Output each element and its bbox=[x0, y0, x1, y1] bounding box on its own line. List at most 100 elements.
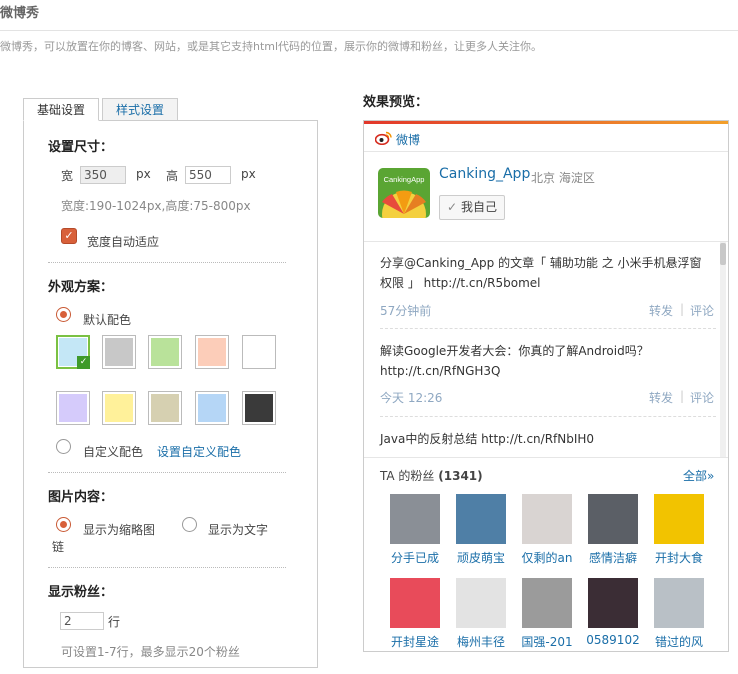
weibo-brand[interactable]: 微博 bbox=[396, 131, 420, 148]
fan-item[interactable]: 分手已成 bbox=[388, 494, 442, 566]
fan-avatar[interactable] bbox=[654, 494, 704, 544]
post-divider bbox=[380, 328, 716, 329]
fan-item[interactable]: 梅州丰径 bbox=[454, 578, 508, 650]
swatch-fill bbox=[105, 338, 133, 366]
post-text: 分享@Canking_App 的文章「 辅助功能 之 小米手机悬浮窗权限 」 h… bbox=[380, 256, 702, 290]
user-avatar[interactable]: CankingApp bbox=[378, 168, 430, 218]
fan-name[interactable]: 梅州丰径 bbox=[454, 633, 508, 650]
size-hint: 宽度:190-1024px,高度:75-800px bbox=[61, 199, 251, 213]
post-time[interactable]: 57分钟前 bbox=[380, 302, 431, 319]
fan-item[interactable]: 错过的风 bbox=[652, 578, 706, 650]
fan-name[interactable]: 0589102 bbox=[586, 633, 640, 647]
text-link-label: 显示为文字 bbox=[208, 523, 269, 537]
widget-top-bar bbox=[364, 121, 728, 124]
color-swatch[interactable] bbox=[148, 335, 182, 369]
swatch-fill bbox=[198, 338, 226, 366]
fan-name[interactable]: 感情洁癖 bbox=[586, 549, 640, 566]
color-swatch[interactable]: ✓ bbox=[56, 335, 90, 369]
color-swatch[interactable] bbox=[195, 335, 229, 369]
fans-rows-input[interactable] bbox=[60, 612, 104, 630]
swatch-fill bbox=[245, 338, 273, 366]
me-button[interactable]: ✓ 我自己 bbox=[439, 195, 505, 220]
color-swatch[interactable] bbox=[242, 335, 276, 369]
fan-avatar[interactable] bbox=[456, 578, 506, 628]
tab-style-settings[interactable]: 样式设置 bbox=[102, 98, 178, 121]
color-swatch[interactable] bbox=[195, 391, 229, 425]
size-section-title: 设置尺寸： bbox=[48, 140, 114, 155]
feed-scrollbar[interactable] bbox=[720, 242, 726, 457]
appearance-section-title: 外观方案： bbox=[48, 280, 114, 295]
fan-name[interactable]: 开封星途 bbox=[388, 633, 442, 650]
auto-width-checkbox[interactable]: ✓ bbox=[61, 228, 77, 244]
color-swatch[interactable] bbox=[56, 391, 90, 425]
user-location: 北京 海淀区 bbox=[531, 171, 595, 185]
swatch-fill bbox=[151, 338, 179, 366]
width-label: 宽 bbox=[61, 169, 74, 183]
fan-avatar[interactable] bbox=[456, 494, 506, 544]
comment-link[interactable]: 评论 bbox=[690, 389, 714, 406]
fan-avatar[interactable] bbox=[390, 494, 440, 544]
feed-scrollbar-thumb[interactable] bbox=[720, 243, 726, 265]
swatch-fill bbox=[105, 394, 133, 422]
height-label: 高 bbox=[166, 169, 179, 183]
thumbnail-radio[interactable] bbox=[56, 517, 71, 532]
fan-name[interactable]: 仅剩的an bbox=[520, 549, 574, 566]
width-unit: px bbox=[136, 167, 151, 181]
fan-item[interactable]: 顽皮萌宝 bbox=[454, 494, 508, 566]
fans-title: TA 的粉丝 (1341) bbox=[380, 467, 483, 484]
width-input[interactable] bbox=[80, 166, 126, 184]
fan-avatar[interactable] bbox=[522, 578, 572, 628]
fan-name[interactable]: 开封大食 bbox=[652, 549, 706, 566]
text-link-label-cont: 链 bbox=[52, 540, 65, 554]
fan-avatar[interactable] bbox=[390, 578, 440, 628]
fan-item[interactable]: 开封星途 bbox=[388, 578, 442, 650]
fan-item[interactable]: 国强-201 bbox=[520, 578, 574, 650]
fan-avatar[interactable] bbox=[588, 578, 638, 628]
color-swatch[interactable] bbox=[242, 391, 276, 425]
page-description: 微博秀，可以放置在你的博客、网站，或是其它支持html代码的位置，展示你的微博和… bbox=[0, 40, 543, 53]
post-text: Java中的反射总结 http://t.cn/RfNbIH0 bbox=[380, 432, 595, 446]
fans-all-link[interactable]: 全部» bbox=[683, 467, 714, 484]
fan-item[interactable]: 仅剩的an bbox=[520, 494, 574, 566]
custom-color-label: 自定义配色 bbox=[83, 445, 144, 459]
fans-hint: 可设置1-7行，最多显示20个粉丝 bbox=[61, 645, 240, 659]
post-time[interactable]: 今天 12:26 bbox=[380, 389, 442, 406]
fan-name[interactable]: 分手已成 bbox=[388, 549, 442, 566]
default-color-radio[interactable] bbox=[56, 307, 71, 322]
custom-color-link[interactable]: 设置自定义配色 bbox=[157, 443, 241, 460]
fan-name[interactable]: 错过的风 bbox=[652, 633, 706, 650]
swatch-fill bbox=[59, 394, 87, 422]
forward-link[interactable]: 转发 bbox=[649, 302, 673, 319]
fan-avatar[interactable] bbox=[522, 494, 572, 544]
forward-link[interactable]: 转发 bbox=[649, 389, 673, 406]
color-swatch[interactable] bbox=[148, 391, 182, 425]
fans-section-title: 显示粉丝： bbox=[48, 585, 114, 600]
weibo-widget-preview: 微博 CankingApp Canking_App 北京 海淀区 ✓ 我自己 分… bbox=[363, 120, 729, 652]
fan-name[interactable]: 顽皮萌宝 bbox=[454, 549, 508, 566]
fan-avatar[interactable] bbox=[654, 578, 704, 628]
fans-divider bbox=[364, 457, 728, 458]
custom-color-radio[interactable] bbox=[56, 439, 71, 454]
image-section-title: 图片内容： bbox=[48, 490, 114, 505]
fan-item[interactable]: 开封大食 bbox=[652, 494, 706, 566]
color-swatch[interactable] bbox=[102, 335, 136, 369]
height-input[interactable] bbox=[185, 166, 231, 184]
color-swatch[interactable] bbox=[102, 391, 136, 425]
fan-item[interactable]: 0589102 bbox=[586, 578, 640, 647]
text-link-radio[interactable] bbox=[182, 517, 197, 532]
fan-avatar[interactable] bbox=[588, 494, 638, 544]
swatch-fill bbox=[245, 394, 273, 422]
tab-basic-settings[interactable]: 基础设置 bbox=[23, 98, 99, 121]
swatch-fill bbox=[198, 394, 226, 422]
user-name[interactable]: Canking_App bbox=[439, 166, 530, 182]
height-unit: px bbox=[241, 167, 256, 181]
weibo-logo-icon bbox=[375, 131, 392, 145]
fans-rows-unit: 行 bbox=[108, 615, 121, 629]
divider bbox=[48, 262, 286, 263]
fan-name[interactable]: 国强-201 bbox=[520, 633, 574, 650]
check-icon: ✓ bbox=[447, 200, 458, 214]
check-icon: ✓ bbox=[77, 356, 90, 369]
default-color-label: 默认配色 bbox=[83, 313, 132, 327]
fan-item[interactable]: 感情洁癖 bbox=[586, 494, 640, 566]
comment-link[interactable]: 评论 bbox=[690, 302, 714, 319]
